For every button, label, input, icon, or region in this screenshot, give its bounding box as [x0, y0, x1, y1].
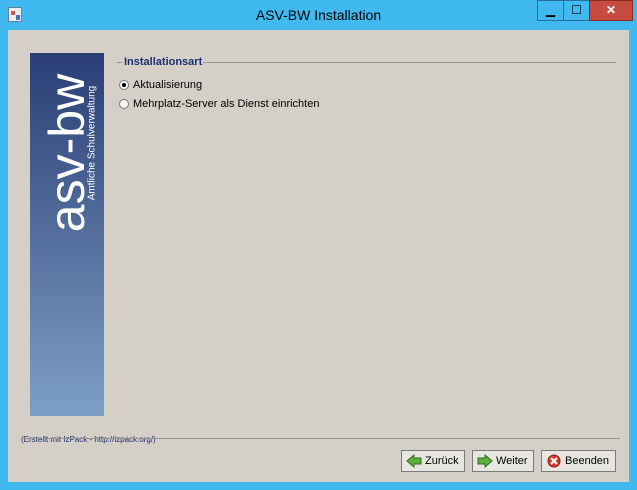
- radio-update[interactable]: [119, 80, 129, 90]
- option-update-label[interactable]: Aktualisierung: [133, 79, 202, 91]
- maximize-button[interactable]: ☐: [563, 0, 590, 21]
- installation-type-legend: Installationsart: [124, 56, 203, 68]
- group-border-right: [203, 62, 616, 63]
- quit-button-label: Beenden: [565, 455, 610, 467]
- close-button[interactable]: ✕: [589, 0, 633, 21]
- back-button[interactable]: Zurück: [401, 450, 465, 472]
- quit-button[interactable]: Beenden: [541, 450, 616, 472]
- sidebar-banner: asv-bw Amtliche Schulverwaltung: [30, 53, 104, 416]
- installer-window: ASV-BW Installation ▁ ☐ ✕ asv-bw Amtlich…: [0, 0, 637, 490]
- option-multiuser-server-label[interactable]: Mehrplatz-Server als Dienst einrichten: [133, 98, 319, 110]
- radio-multiuser-server[interactable]: [119, 99, 129, 109]
- option-update[interactable]: Aktualisierung: [119, 79, 202, 91]
- next-button-label: Weiter: [496, 455, 528, 467]
- minimize-button[interactable]: ▁: [537, 0, 564, 21]
- sidebar-subtitle: Amtliche Schulverwaltung: [86, 85, 98, 201]
- sidebar-logo: asv-bw: [39, 73, 95, 233]
- next-button[interactable]: Weiter: [472, 450, 534, 472]
- option-multiuser-server[interactable]: Mehrplatz-Server als Dienst einrichten: [119, 98, 319, 110]
- title-bar[interactable]: ASV-BW Installation ▁ ☐ ✕: [0, 0, 637, 30]
- group-border-left: [117, 62, 122, 63]
- arrow-left-icon: [406, 454, 422, 468]
- arrow-right-icon: [477, 454, 493, 468]
- stop-icon: [547, 454, 561, 468]
- footer-separator: [21, 438, 620, 439]
- back-button-label: Zurück: [425, 455, 459, 467]
- izpack-credit: (Erstellt mit IzPack - http://izpack.org…: [21, 435, 156, 444]
- installer-panel: asv-bw Amtliche Schulverwaltung Installa…: [8, 30, 629, 482]
